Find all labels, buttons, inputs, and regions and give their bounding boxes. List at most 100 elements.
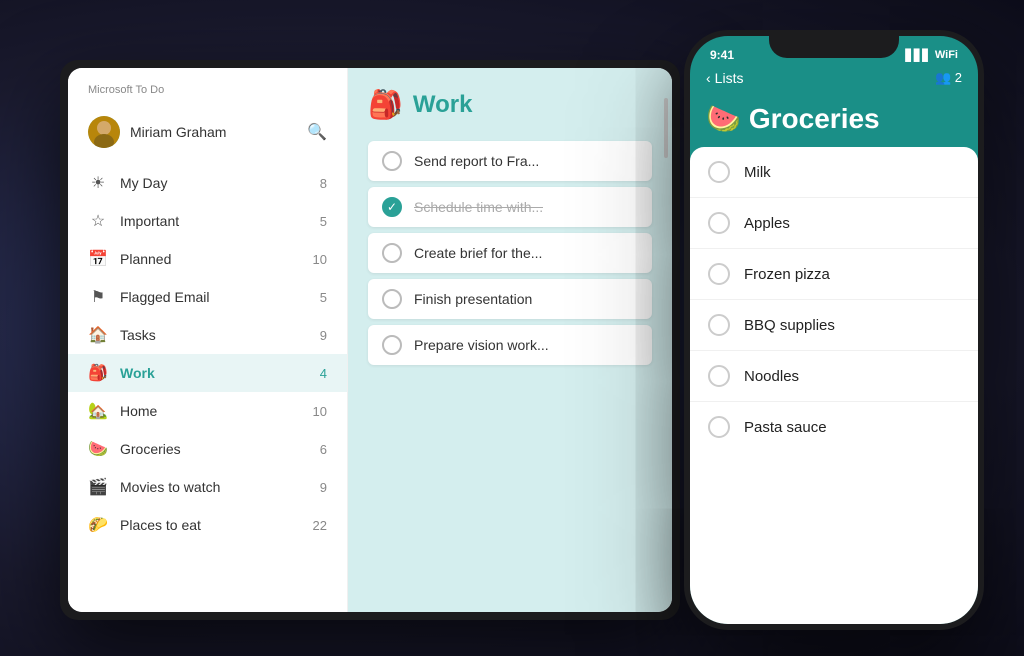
- task-item-3[interactable]: Create brief for the...: [368, 233, 652, 273]
- task-text-1: Send report to Fra...: [414, 153, 539, 169]
- nav-label-important: Important: [120, 213, 308, 229]
- task-text-2: Schedule time with...: [414, 199, 543, 215]
- nav-count-places-to-eat: 22: [313, 518, 327, 533]
- phone-title-area: 🍉 Groceries: [690, 94, 978, 147]
- chevron-left-icon: ‹: [706, 70, 711, 86]
- back-button[interactable]: ‹ Lists: [706, 70, 743, 86]
- back-label: Lists: [715, 70, 744, 86]
- phone-items-list: Milk Apples Frozen pizza BBQ supplies No…: [690, 147, 978, 624]
- sidebar-item-planned[interactable]: 📅 Planned 10: [68, 240, 347, 278]
- nav-count-flagged-email: 5: [320, 290, 327, 305]
- list-header-title: Work: [413, 91, 473, 119]
- sidebar-item-groceries[interactable]: 🍉 Groceries 6: [68, 430, 347, 468]
- user-profile[interactable]: Miriam Graham 🔍: [68, 108, 347, 156]
- nav-label-places-to-eat: Places to eat: [120, 517, 301, 533]
- phone-screen: 9:41 ▋▋▋ WiFi ‹ Lists 👥 2 🍉 Groceries Mi…: [690, 36, 978, 624]
- sidebar-item-home[interactable]: 🏡 Home 10: [68, 392, 347, 430]
- app-title: Microsoft To Do: [68, 84, 347, 108]
- wifi-icon: WiFi: [935, 49, 958, 61]
- sidebar-item-tasks[interactable]: 🏠 Tasks 9: [68, 316, 347, 354]
- grocery-text-6: Pasta sauce: [744, 419, 827, 436]
- grocery-text-5: Noodles: [744, 368, 799, 385]
- sidebar: Microsoft To Do Miriam Graham 🔍 ☀ My Day…: [68, 68, 348, 612]
- nav-list: ☀ My Day 8 ☆ Important 5 📅 Planned 10 ⚑ …: [68, 164, 347, 544]
- grocery-item-2[interactable]: Apples: [690, 198, 978, 249]
- groceries-icon: 🍉: [88, 439, 108, 459]
- grocery-item-6[interactable]: Pasta sauce: [690, 402, 978, 452]
- phone-action[interactable]: 👥 2: [935, 70, 962, 86]
- list-header-icon: 🎒: [368, 88, 403, 121]
- important-icon: ☆: [88, 211, 108, 231]
- sidebar-item-places-to-eat[interactable]: 🌮 Places to eat 22: [68, 506, 347, 544]
- grocery-checkbox-6[interactable]: [708, 416, 730, 438]
- sidebar-item-my-day[interactable]: ☀ My Day 8: [68, 164, 347, 202]
- planned-icon: 📅: [88, 249, 108, 269]
- grocery-text-1: Milk: [744, 164, 771, 181]
- nav-label-tasks: Tasks: [120, 327, 308, 343]
- grocery-checkbox-4[interactable]: [708, 314, 730, 336]
- task-text-3: Create brief for the...: [414, 245, 542, 261]
- grocery-checkbox-3[interactable]: [708, 263, 730, 285]
- work-icon: 🎒: [88, 363, 108, 383]
- signal-icon: ▋▋▋: [905, 49, 930, 62]
- sidebar-item-movies-to-watch[interactable]: 🎬 Movies to watch 9: [68, 468, 347, 506]
- grocery-checkbox-5[interactable]: [708, 365, 730, 387]
- nav-label-planned: Planned: [120, 251, 301, 267]
- phone-notch: [769, 30, 899, 58]
- phone-nav-bar: ‹ Lists 👥 2: [690, 66, 978, 94]
- phone-device: 9:41 ▋▋▋ WiFi ‹ Lists 👥 2 🍉 Groceries Mi…: [684, 30, 984, 630]
- task-text-5: Prepare vision work...: [414, 337, 549, 353]
- task-checkbox-1[interactable]: [382, 151, 402, 171]
- sidebar-item-work[interactable]: 🎒 Work 4: [68, 354, 347, 392]
- nav-count-groceries: 6: [320, 442, 327, 457]
- tablet-device: Microsoft To Do Miriam Graham 🔍 ☀ My Day…: [60, 60, 680, 620]
- task-item-1[interactable]: Send report to Fra...: [368, 141, 652, 181]
- grocery-text-3: Frozen pizza: [744, 266, 830, 283]
- nav-label-work: Work: [120, 365, 308, 381]
- task-checkbox-4[interactable]: [382, 289, 402, 309]
- nav-label-groceries: Groceries: [120, 441, 308, 457]
- nav-count-my-day: 8: [320, 176, 327, 191]
- grocery-checkbox-1[interactable]: [708, 161, 730, 183]
- grocery-item-5[interactable]: Noodles: [690, 351, 978, 402]
- phone-time: 9:41: [710, 48, 734, 62]
- task-item-4[interactable]: Finish presentation: [368, 279, 652, 319]
- tablet-screen: Microsoft To Do Miriam Graham 🔍 ☀ My Day…: [68, 68, 672, 612]
- nav-count-movies-to-watch: 9: [320, 480, 327, 495]
- nav-label-movies-to-watch: Movies to watch: [120, 479, 308, 495]
- nav-count-planned: 10: [313, 252, 327, 267]
- main-content: 🎒 Work Send report to Fra... ✓ Schedule …: [348, 68, 672, 612]
- user-name: Miriam Graham: [130, 124, 297, 140]
- sidebar-item-important[interactable]: ☆ Important 5: [68, 202, 347, 240]
- task-checkbox-2[interactable]: ✓: [382, 197, 402, 217]
- task-checkbox-5[interactable]: [382, 335, 402, 355]
- task-checkbox-3[interactable]: [382, 243, 402, 263]
- scroll-indicator[interactable]: [664, 98, 668, 158]
- my-day-icon: ☀: [88, 173, 108, 193]
- nav-label-home: Home: [120, 403, 301, 419]
- grocery-text-4: BBQ supplies: [744, 317, 835, 334]
- grocery-item-3[interactable]: Frozen pizza: [690, 249, 978, 300]
- status-icons: ▋▋▋ WiFi: [905, 49, 958, 62]
- flagged-email-icon: ⚑: [88, 287, 108, 307]
- avatar: [88, 116, 120, 148]
- nav-count-tasks: 9: [320, 328, 327, 343]
- tasks-icon: 🏠: [88, 325, 108, 345]
- grocery-item-4[interactable]: BBQ supplies: [690, 300, 978, 351]
- grocery-text-2: Apples: [744, 215, 790, 232]
- grocery-items: Milk Apples Frozen pizza BBQ supplies No…: [690, 147, 978, 452]
- phone-list-name: Groceries: [749, 103, 880, 135]
- groceries-icon: 🍉: [706, 102, 741, 135]
- tasks-list: Send report to Fra... ✓ Schedule time wi…: [368, 141, 652, 365]
- nav-count-important: 5: [320, 214, 327, 229]
- places-to-eat-icon: 🌮: [88, 515, 108, 535]
- task-item-2[interactable]: ✓ Schedule time with...: [368, 187, 652, 227]
- nav-label-flagged-email: Flagged Email: [120, 289, 308, 305]
- grocery-item-1[interactable]: Milk: [690, 147, 978, 198]
- home-icon: 🏡: [88, 401, 108, 421]
- grocery-checkbox-2[interactable]: [708, 212, 730, 234]
- nav-count-work: 4: [320, 366, 327, 381]
- sidebar-item-flagged-email[interactable]: ⚑ Flagged Email 5: [68, 278, 347, 316]
- task-item-5[interactable]: Prepare vision work...: [368, 325, 652, 365]
- search-button[interactable]: 🔍: [307, 122, 327, 142]
